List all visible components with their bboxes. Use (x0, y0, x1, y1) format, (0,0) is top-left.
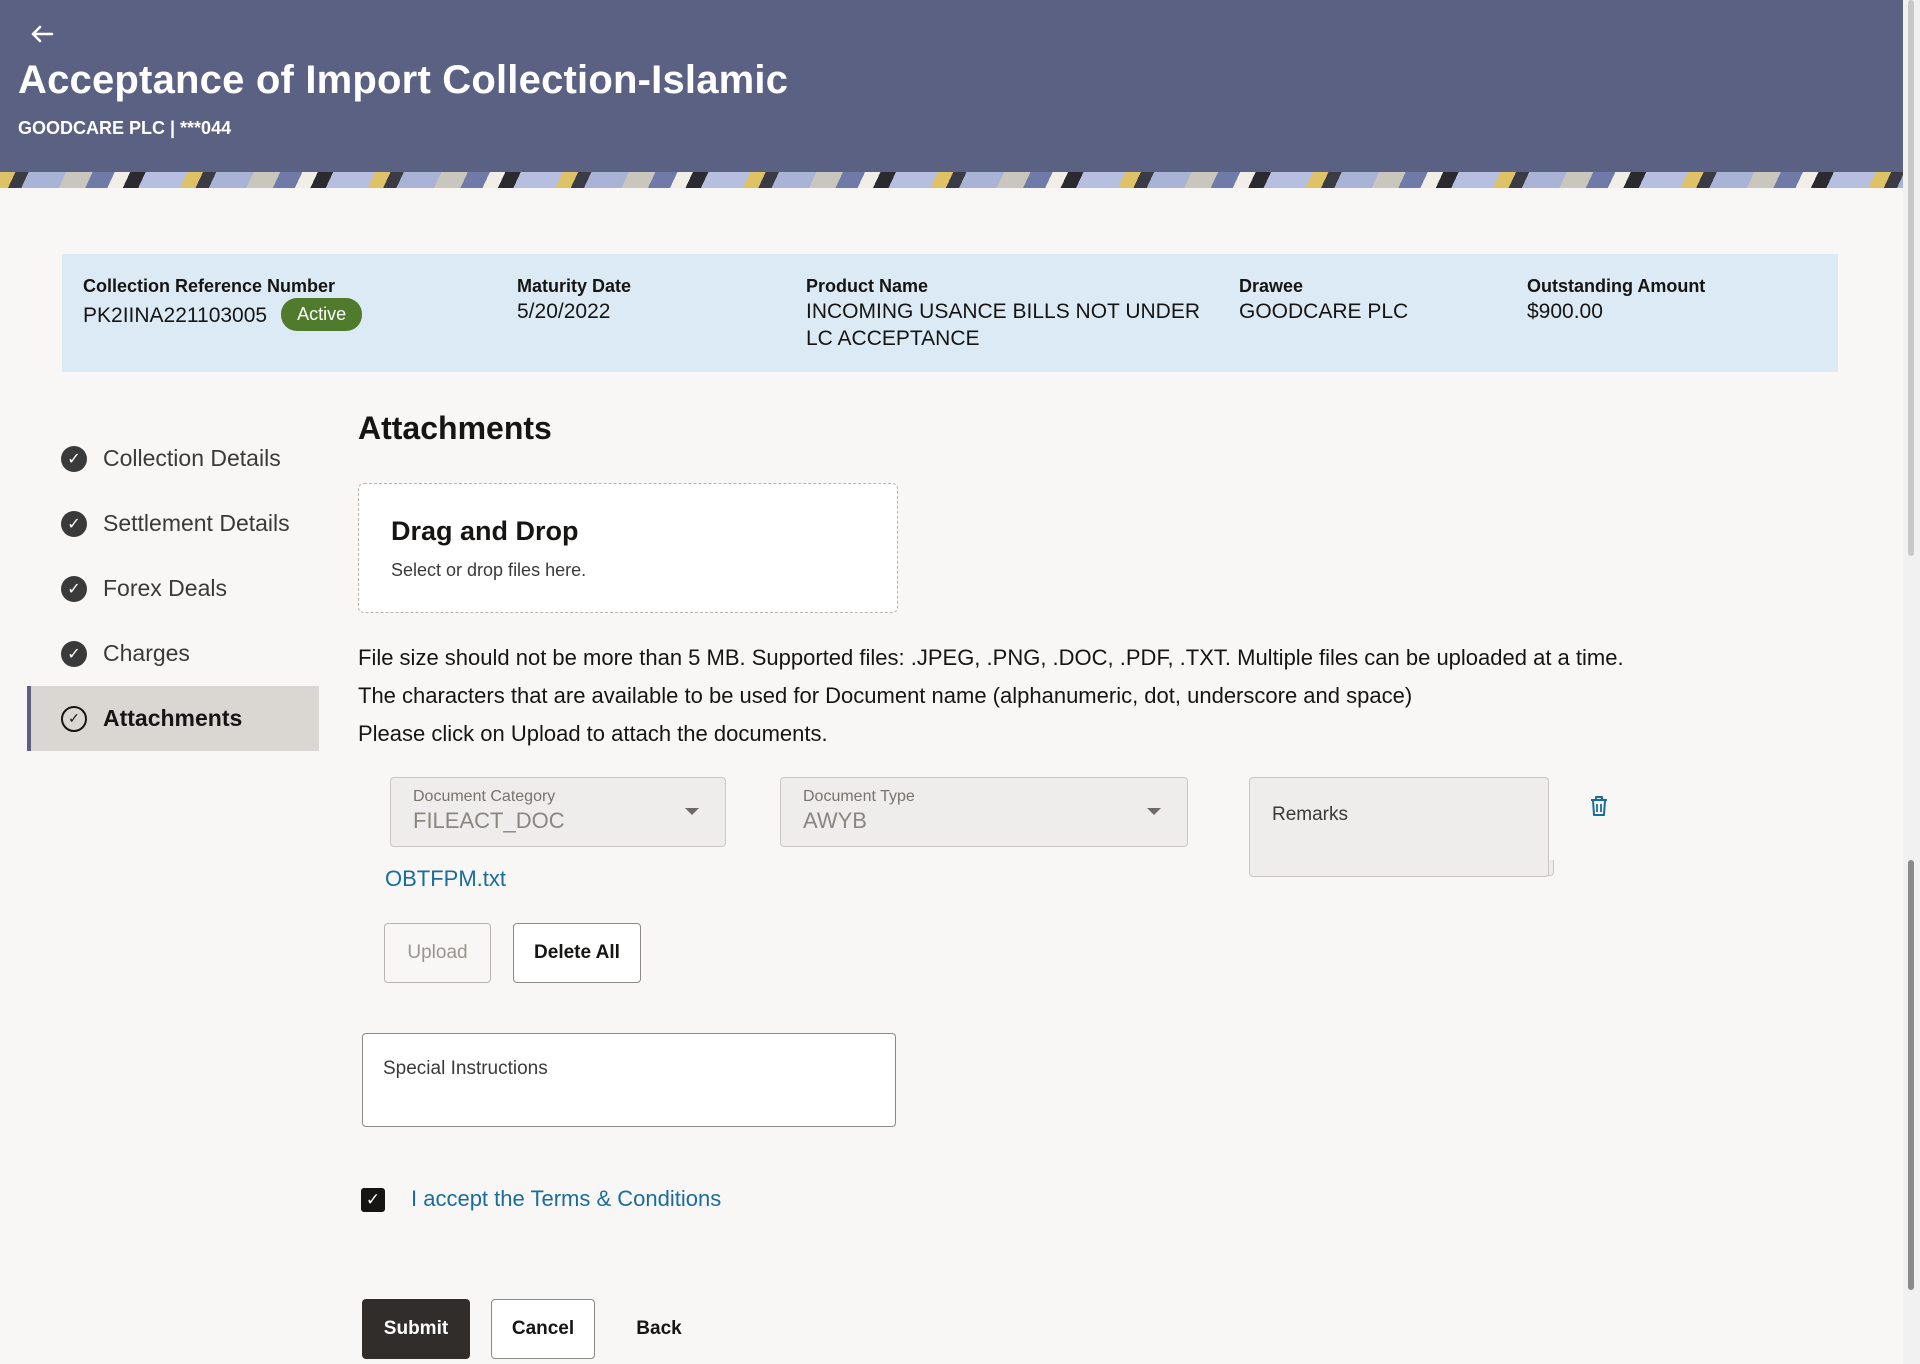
nav-item-attachments[interactable]: ✓ Attachments (27, 686, 319, 751)
drawee-label: Drawee (1239, 276, 1304, 296)
outstanding-block: Outstanding Amount $900.00 (1527, 276, 1705, 325)
check-circle-icon: ✓ (61, 640, 87, 667)
nav-item-label: Attachments (103, 705, 243, 731)
document-type-label: Document Type (803, 788, 915, 805)
check-circle-icon: ✓ (61, 575, 87, 602)
nav-item-charges[interactable]: ✓ Charges (27, 621, 319, 686)
document-name-info: The characters that are available to be … (358, 683, 1413, 708)
nav-item-label: Forex Deals (103, 575, 227, 601)
dropzone-title: Drag and Drop (391, 516, 579, 546)
dropzone-subtitle: Select or drop files here. (391, 560, 587, 580)
document-category-label: Document Category (413, 788, 556, 805)
file-size-info: File size should not be more than 5 MB. … (358, 645, 1624, 670)
outstanding-amount-label: Outstanding Amount (1527, 276, 1706, 296)
document-category-select[interactable]: Document Category FILEACT_DOC (390, 777, 726, 847)
submit-button[interactable]: Submit (362, 1299, 470, 1359)
drawee-block: Drawee GOODCARE PLC (1239, 276, 1408, 325)
maturity-date-label: Maturity Date (517, 276, 632, 296)
nav-item-label: Charges (103, 640, 190, 666)
collection-ref-label: Collection Reference Number (83, 276, 336, 296)
check-circle-outline-icon: ✓ (61, 705, 87, 732)
page-title: Acceptance of Import Collection-Islamic (18, 58, 789, 102)
check-circle-icon: ✓ (61, 510, 87, 537)
trash-icon[interactable] (1588, 794, 1610, 818)
maturity-block: Maturity Date 5/20/2022 (517, 276, 631, 325)
product-name-label: Product Name (806, 276, 929, 296)
page-subtitle: GOODCARE PLC | ***044 (18, 118, 232, 138)
header-decorative-band (0, 172, 1903, 188)
vertical-scrollbar[interactable] (1903, 0, 1920, 1364)
chevron-down-icon (1147, 808, 1161, 815)
step-navigation: ✓ Collection Details ✓ Settlement Detail… (27, 426, 319, 751)
product-name-value: INCOMING USANCE BILLS NOT UNDER LC ACCEP… (806, 300, 1201, 350)
collection-summary-bar: Collection Reference Number PK2IINA22110… (62, 254, 1838, 372)
back-button[interactable]: Back (618, 1299, 700, 1359)
outstanding-amount-value: $900.00 (1527, 300, 1603, 323)
scrollbar-thumb[interactable] (1908, 860, 1914, 1290)
remarks-label: Remarks (1272, 804, 1349, 825)
page-header: Acceptance of Import Collection-Islamic … (0, 0, 1903, 188)
collection-ref-value: PK2IINA221103005 (83, 304, 268, 327)
nav-item-collection-details[interactable]: ✓ Collection Details (27, 426, 319, 491)
special-instructions-field[interactable]: Special Instructions (362, 1033, 896, 1127)
remarks-field[interactable]: Remarks (1249, 777, 1549, 877)
check-circle-icon: ✓ (61, 445, 87, 472)
back-arrow-icon[interactable] (28, 20, 58, 48)
nav-item-label: Settlement Details (103, 510, 290, 536)
collection-ref-block: Collection Reference Number PK2IINA22110… (83, 276, 363, 331)
terms-checkbox[interactable]: ✓ (361, 1188, 385, 1212)
nav-item-label: Collection Details (103, 445, 281, 471)
document-type-value: AWYB (803, 808, 867, 833)
cancel-button[interactable]: Cancel (491, 1299, 595, 1359)
document-type-select[interactable]: Document Type AWYB (780, 777, 1188, 847)
section-title: Attachments (358, 410, 552, 446)
file-dropzone[interactable]: Drag and Drop Select or drop files here. (358, 483, 898, 613)
special-instructions-label: Special Instructions (383, 1058, 548, 1079)
delete-all-button[interactable]: Delete All (513, 923, 641, 983)
scrollbar-thumb-upper[interactable] (1908, 0, 1914, 556)
maturity-date-value: 5/20/2022 (517, 300, 611, 323)
drawee-value: GOODCARE PLC (1239, 300, 1409, 323)
upload-button[interactable]: Upload (384, 923, 491, 983)
chevron-down-icon (685, 808, 699, 815)
nav-item-settlement-details[interactable]: ✓ Settlement Details (27, 491, 319, 556)
nav-item-forex-deals[interactable]: ✓ Forex Deals (27, 556, 319, 621)
terms-link[interactable]: I accept the Terms & Conditions (411, 1186, 721, 1212)
product-block: Product Name INCOMING USANCE BILLS NOT U… (806, 276, 1226, 352)
status-badge: Active (281, 298, 363, 331)
attached-file-link[interactable]: OBTFPM.txt (385, 866, 506, 892)
upload-instruction: Please click on Upload to attach the doc… (358, 721, 828, 746)
document-category-value: FILEACT_DOC (413, 808, 565, 833)
